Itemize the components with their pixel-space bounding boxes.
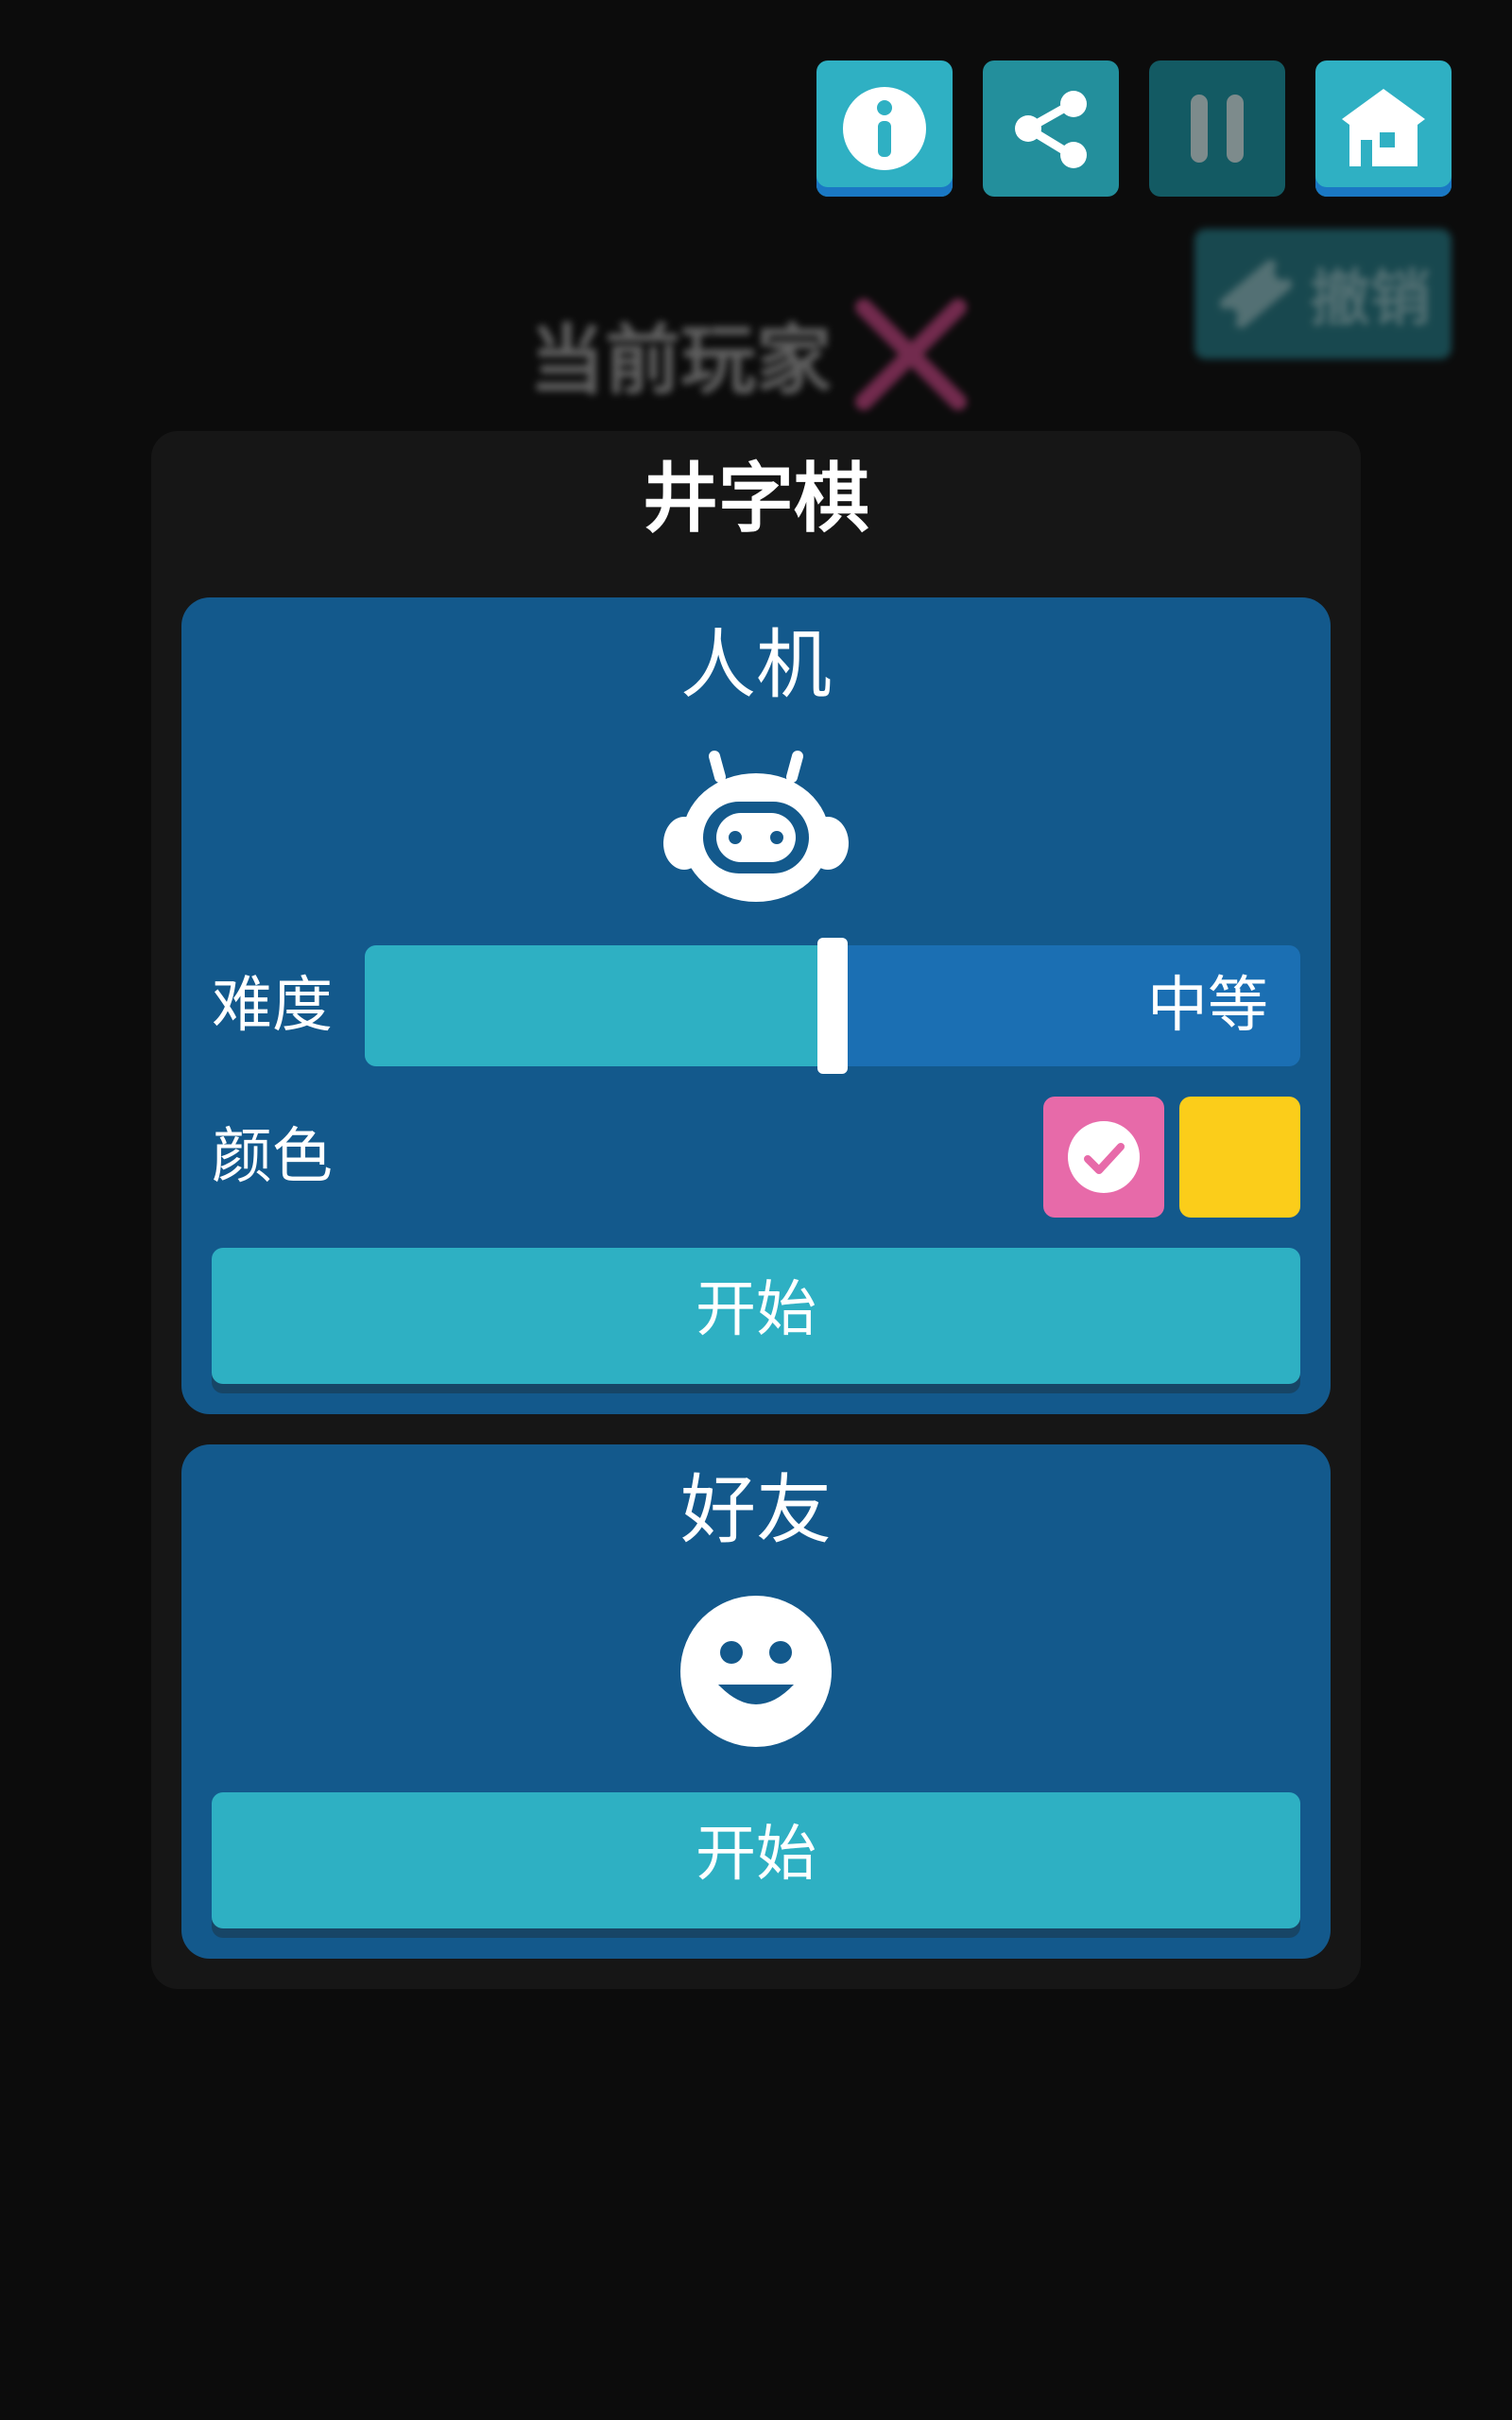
undo-label: 撤销 <box>1310 265 1431 335</box>
friend-start-button[interactable]: 开始 <box>212 1792 1300 1928</box>
difficulty-slider-fill <box>365 945 833 1066</box>
color-swatch-yellow[interactable] <box>1179 1097 1300 1218</box>
smiley-icon <box>680 1596 832 1747</box>
pause-button[interactable] <box>1149 60 1285 197</box>
check-icon <box>1068 1121 1140 1193</box>
share-button[interactable] <box>983 60 1119 197</box>
color-swatch-pink[interactable] <box>1043 1097 1164 1218</box>
robot-icon <box>663 751 849 902</box>
home-icon <box>1342 89 1425 166</box>
panel-title: 井字棋 <box>643 455 869 543</box>
friend-mode-title: 好友 <box>680 1466 832 1554</box>
ai-start-button[interactable]: 开始 <box>212 1248 1300 1384</box>
difficulty-value: 中等 <box>1147 971 1268 1041</box>
current-player-indicator: 当前玩家 <box>529 284 1021 425</box>
ai-mode-title: 人机 <box>680 621 832 709</box>
home-button[interactable] <box>1315 60 1452 197</box>
undo-button[interactable]: 撤销 <box>1194 229 1452 359</box>
pause-icon <box>1191 95 1244 163</box>
share-icon <box>1015 91 1087 168</box>
difficulty-slider[interactable]: 中等 <box>365 938 1300 1074</box>
info-icon <box>843 87 926 170</box>
game-screen: 撤销 当前玩家 井字棋 人机 难度 中等 颜色 开始 好友 开始 <box>0 0 1512 2420</box>
current-player-label: 当前玩家 <box>529 317 832 405</box>
difficulty-label: 难度 <box>212 971 333 1041</box>
difficulty-slider-thumb[interactable] <box>817 938 848 1074</box>
color-label: 颜色 <box>212 1122 333 1192</box>
player-x-mark <box>855 299 967 410</box>
ticket-icon <box>1219 260 1293 328</box>
info-button[interactable] <box>816 60 953 197</box>
